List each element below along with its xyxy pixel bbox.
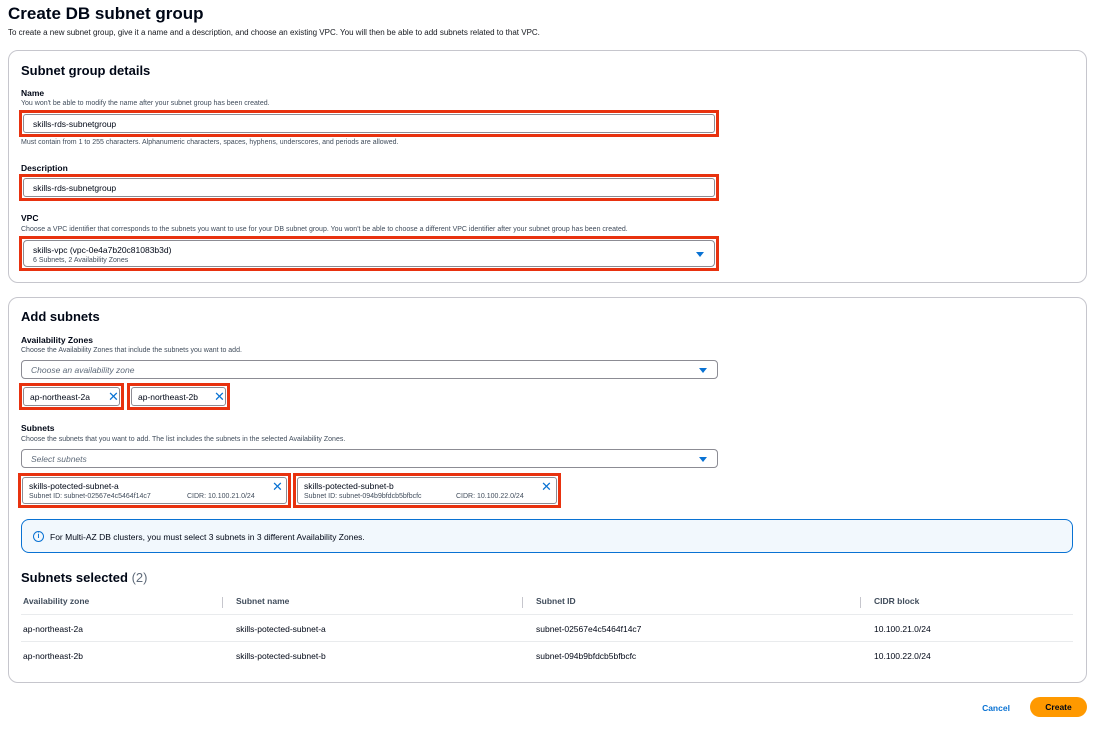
column-header-subnet-id[interactable]: Subnet ID (536, 596, 576, 606)
cell-subnet-name: skills-potected-subnet-a (236, 624, 326, 634)
page-title: Create DB subnet group (8, 4, 204, 23)
cell-subnet-id: subnet-094b9bfdcb5bfbcfc (536, 651, 637, 661)
info-icon: i (33, 531, 44, 542)
subnets-selected-heading: Subnets selected (2) (21, 570, 147, 585)
close-icon[interactable]: ✕ (272, 480, 283, 493)
subnet-token-a: skills-potected-subnet-a Subnet ID: subn… (22, 477, 287, 504)
column-separator (860, 597, 861, 608)
column-separator (522, 597, 523, 608)
subnet-token-id: Subnet ID: subnet-02567e4c5464f14c7 (29, 493, 151, 500)
name-label: Name (21, 88, 45, 98)
name-hint: You won't be able to modify the name aft… (21, 100, 270, 107)
subnet-token-name: skills-potected-subnet-b (304, 481, 394, 491)
cell-availability-zone: ap-northeast-2b (23, 651, 84, 661)
cell-availability-zone: ap-northeast-2a (23, 624, 84, 634)
availability-zones-hint: Choose the Availability Zones that inclu… (21, 347, 242, 354)
name-constraint: Must contain from 1 to 255 characters. A… (21, 139, 399, 146)
az-token-label: ap-northeast-2b (138, 392, 199, 402)
vpc-label: VPC (21, 213, 39, 223)
column-header-cidr-block[interactable]: CIDR block (874, 596, 919, 606)
availability-zone-select[interactable]: Choose an availability zone (21, 360, 718, 379)
subnets-hint: Choose the subnets that you want to add.… (21, 436, 346, 443)
subnets-placeholder: Select subnets (31, 454, 87, 464)
subnets-label: Subnets (21, 423, 55, 433)
description-label: Description (21, 163, 68, 173)
availability-zones-label: Availability Zones (21, 335, 93, 345)
column-separator (222, 597, 223, 608)
cell-cidr-block: 10.100.22.0/24 (874, 651, 931, 661)
info-alert-text: For Multi-AZ DB clusters, you must selec… (50, 532, 365, 542)
subnets-selected-count: (2) (131, 570, 148, 585)
availability-zone-placeholder: Choose an availability zone (31, 365, 135, 375)
subnets-selected-title: Subnets selected (21, 570, 128, 585)
table-row-divider (21, 641, 1073, 642)
column-header-availability-zone[interactable]: Availability zone (23, 596, 89, 606)
caret-down-icon (699, 367, 707, 373)
cancel-button[interactable]: Cancel (974, 699, 1018, 717)
subnet-token-cidr: CIDR: 10.100.21.0/24 (187, 493, 255, 500)
az-token-ap-northeast-2b: ap-northeast-2b ✕ (131, 387, 226, 406)
name-input[interactable]: skills-rds-subnetgroup (23, 114, 715, 133)
info-alert: i For Multi-AZ DB clusters, you must sel… (21, 519, 1073, 553)
cell-subnet-name: skills-potected-subnet-b (236, 651, 326, 661)
add-subnets-heading: Add subnets (21, 309, 100, 324)
table-header-divider (21, 614, 1073, 615)
vpc-hint: Choose a VPC identifier that corresponds… (21, 226, 628, 233)
az-token-label: ap-northeast-2a (30, 392, 91, 402)
page-description: To create a new subnet group, give it a … (8, 28, 540, 37)
subnets-select[interactable]: Select subnets (21, 449, 718, 468)
caret-down-icon (696, 251, 704, 257)
cell-cidr-block: 10.100.21.0/24 (874, 624, 931, 634)
create-button[interactable]: Create (1030, 697, 1087, 717)
vpc-select[interactable]: skills-vpc (vpc-0e4a7b20c81083b3d) 6 Sub… (23, 240, 715, 267)
subnet-token-b: skills-potected-subnet-b Subnet ID: subn… (297, 477, 557, 504)
subnet-token-name: skills-potected-subnet-a (29, 481, 119, 491)
subnet-token-cidr: CIDR: 10.100.22.0/24 (456, 493, 524, 500)
az-token-ap-northeast-2a: ap-northeast-2a ✕ (23, 387, 120, 406)
description-input[interactable]: skills-rds-subnetgroup (23, 178, 715, 197)
close-icon[interactable]: ✕ (108, 390, 119, 403)
subnet-group-details-heading: Subnet group details (21, 63, 151, 78)
close-icon[interactable]: ✕ (214, 390, 225, 403)
column-header-subnet-name[interactable]: Subnet name (236, 596, 289, 606)
subnet-token-id: Subnet ID: subnet-094b9bfdcb5bfbcfc (304, 493, 422, 500)
caret-down-icon (699, 456, 707, 462)
cell-subnet-id: subnet-02567e4c5464f14c7 (536, 624, 642, 634)
vpc-value: skills-vpc (vpc-0e4a7b20c81083b3d) (33, 245, 172, 255)
vpc-subtext: 6 Subnets, 2 Availability Zones (33, 257, 129, 264)
close-icon[interactable]: ✕ (541, 480, 552, 493)
